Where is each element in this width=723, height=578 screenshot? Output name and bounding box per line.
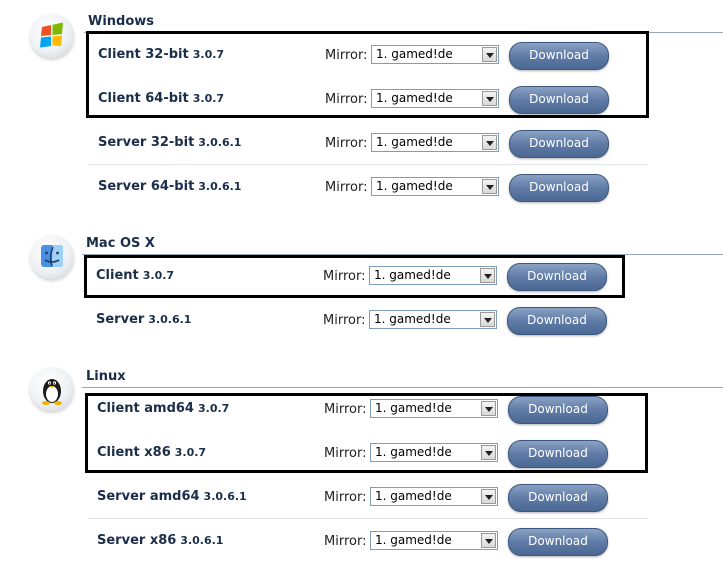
mirror-label: Mirror: [324, 490, 367, 505]
chevron-down-icon[interactable] [482, 179, 497, 194]
download-button[interactable]: Download [508, 484, 608, 512]
package-version: 3.0.6.1 [203, 490, 247, 503]
package-name: Server amd64 3.0.6.1 [97, 489, 247, 504]
mirror-select[interactable]: 1. gamed!de [370, 531, 498, 550]
package-name: Server 32-bit 3.0.6.1 [98, 135, 242, 150]
package-name: Server 64-bit 3.0.6.1 [98, 179, 242, 194]
mirror-select[interactable]: 1. gamed!de [369, 310, 497, 329]
highlight-box [85, 393, 648, 473]
package-name: Server x86 3.0.6.1 [97, 533, 224, 548]
download-row: Server 32-bit 3.0.6.1 Mirror: 1. gamed!de… [0, 130, 723, 158]
mirror-select[interactable]: 1. gamed!de [370, 487, 498, 506]
chevron-down-icon[interactable] [481, 533, 496, 548]
package-version: 3.0.6.1 [198, 136, 242, 149]
package-version: 3.0.6.1 [198, 180, 242, 193]
row-divider [88, 518, 648, 519]
highlight-box [86, 31, 649, 118]
section-title: Windows [88, 14, 155, 29]
download-row: Server 64-bit 3.0.6.1 Mirror: 1. gamed!de… [0, 174, 723, 202]
chevron-down-icon[interactable] [481, 489, 496, 504]
mirror-label: Mirror: [323, 313, 366, 328]
mirror-label: Mirror: [325, 136, 368, 151]
section-divider [82, 387, 723, 388]
package-version: 3.0.6.1 [180, 534, 224, 547]
row-divider [88, 164, 648, 165]
highlight-box [84, 255, 625, 298]
download-row: Server x86 3.0.6.1 Mirror: 1. gamed!de Do… [0, 528, 723, 556]
download-row: Server amd64 3.0.6.1 Mirror: 1. gamed!de … [0, 484, 723, 512]
download-button[interactable]: Download [509, 174, 609, 202]
mirror-select[interactable]: 1. gamed!de [371, 133, 499, 152]
mirror-select[interactable]: 1. gamed!de [371, 177, 499, 196]
package-version: 3.0.6.1 [148, 313, 192, 326]
mirror-label: Mirror: [325, 180, 368, 195]
chevron-down-icon[interactable] [482, 135, 497, 150]
download-button[interactable]: Download [507, 307, 607, 335]
section-title: Linux [86, 369, 126, 384]
mirror-label: Mirror: [324, 534, 367, 549]
chevron-down-icon[interactable] [480, 312, 495, 327]
package-name: Server 3.0.6.1 [96, 312, 192, 327]
download-row: Server 3.0.6.1 Mirror: 1. gamed!de Downlo… [0, 307, 723, 335]
section-title: Mac OS X [86, 236, 155, 251]
download-button[interactable]: Download [509, 130, 609, 158]
download-button[interactable]: Download [508, 528, 608, 556]
